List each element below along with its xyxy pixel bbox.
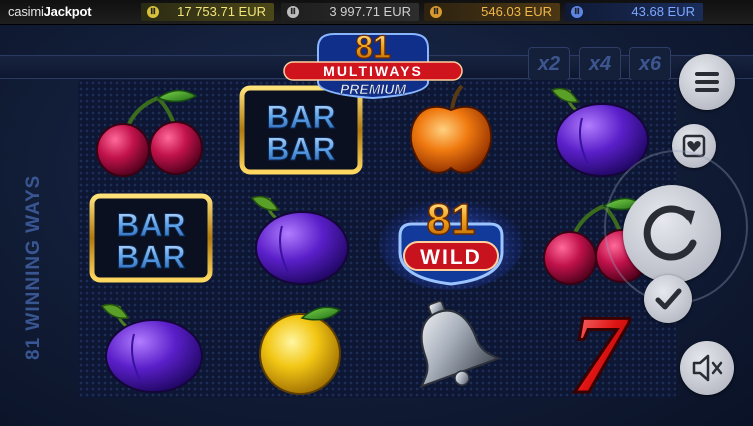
bell-icon bbox=[419, 300, 502, 389]
sound-toggle-button[interactable] bbox=[680, 341, 734, 395]
jackpot-gold: Ⅲ 17 753.71 EUR bbox=[141, 3, 274, 21]
jackpot-bar: casimiJackpot Ⅲ 17 753.71 EUR Ⅲ3 997.71 E… bbox=[0, 0, 753, 25]
svg-text:MULTIWAYS: MULTIWAYS bbox=[323, 63, 423, 79]
menu-button[interactable] bbox=[679, 54, 735, 110]
svg-text:BAR: BAR bbox=[116, 239, 185, 275]
symbol-orange bbox=[228, 296, 374, 398]
multiplier-x2: x2 bbox=[528, 47, 570, 81]
jackpot-blue: Ⅲ 43.68 EUR bbox=[565, 3, 703, 21]
check-icon bbox=[655, 288, 682, 310]
svg-text:7: 7 bbox=[570, 293, 630, 417]
spin-button[interactable] bbox=[623, 185, 721, 283]
svg-text:WILD: WILD bbox=[420, 246, 482, 269]
svg-text:81: 81 bbox=[427, 195, 476, 244]
svg-text:BAR: BAR bbox=[266, 131, 335, 167]
symbol-plum bbox=[228, 188, 374, 290]
symbol-plum bbox=[78, 296, 224, 398]
game-logo-graphic: 81 MULTIWAYS PREMIUM bbox=[283, 28, 463, 100]
symbol-bar: BAR BAR bbox=[78, 188, 224, 290]
orange-icon bbox=[259, 306, 342, 395]
plum-icon bbox=[100, 303, 203, 393]
cherry-icon bbox=[96, 89, 203, 177]
confirm-button[interactable] bbox=[644, 275, 692, 323]
jackpot-bronze: Ⅲ 546.03 EUR bbox=[424, 3, 560, 21]
game-logo: 81 MULTIWAYS PREMIUM bbox=[278, 28, 468, 100]
multiplier-x6: x6 bbox=[629, 47, 671, 81]
plum-icon bbox=[250, 195, 349, 285]
coin-icon: Ⅲ bbox=[430, 6, 442, 18]
svg-text:81: 81 bbox=[355, 29, 391, 65]
bar-icon: BAR BAR bbox=[89, 193, 213, 283]
symbol-bell bbox=[378, 296, 524, 398]
jackpot-silver: Ⅲ3 997.71 EUR bbox=[281, 3, 419, 21]
svg-text:BAR: BAR bbox=[116, 207, 185, 243]
svg-text:PREMIUM: PREMIUM bbox=[340, 81, 406, 97]
casino-logo: casimiJackpot bbox=[8, 4, 92, 19]
svg-text:BAR: BAR bbox=[266, 99, 335, 135]
wild-icon: 81 WILD bbox=[379, 194, 523, 290]
menu-icon bbox=[695, 72, 719, 92]
coin-icon: Ⅲ bbox=[147, 6, 159, 18]
spin-icon bbox=[643, 205, 697, 261]
symbol-cherry bbox=[78, 80, 224, 182]
symbol-wild: 81 WILD bbox=[378, 188, 524, 290]
coin-icon: Ⅲ bbox=[571, 6, 583, 18]
sound-off-icon bbox=[692, 354, 723, 382]
reels-area: BAR BAR BAR BAR 81 WILD 7 bbox=[78, 80, 676, 419]
coin-icon: Ⅲ bbox=[287, 6, 299, 18]
multiplier-x4: x4 bbox=[579, 47, 621, 81]
winning-ways-label: 81 WINNING WAYS bbox=[23, 174, 44, 360]
